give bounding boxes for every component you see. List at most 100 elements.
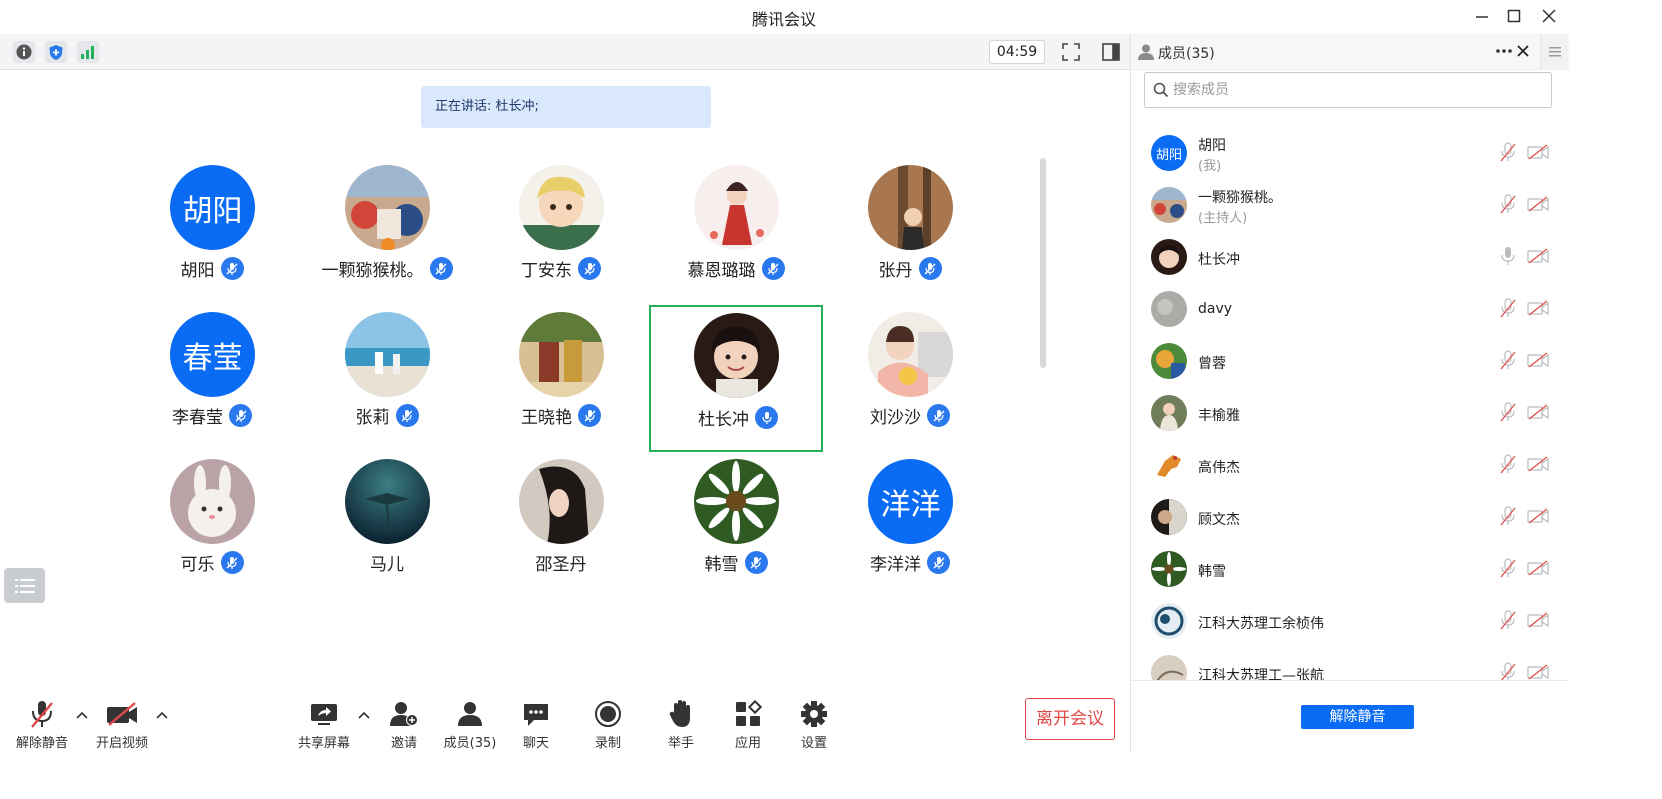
video-muted-icon[interactable] — [1527, 352, 1549, 368]
video-stage: 正在讲话: 杜长冲; 胡阳 胡阳 一颗猕猴桃。 丁安东 慕恩璐璐 张丹 春莹 李… — [0, 70, 1130, 752]
participant-tile[interactable]: 可乐 — [125, 456, 299, 603]
mic-muted-icon[interactable] — [1499, 610, 1517, 630]
avatar — [519, 312, 604, 397]
avatar — [170, 459, 255, 544]
participant-tile[interactable]: 春莹 李春莹 — [125, 309, 299, 456]
member-search[interactable] — [1144, 72, 1552, 108]
minimize-icon[interactable] — [1468, 4, 1496, 28]
participant-tile[interactable]: 洋洋 李洋洋 — [823, 456, 997, 603]
member-row[interactable]: 胡阳 胡阳 (我) — [1131, 128, 1569, 180]
video-muted-icon[interactable] — [1527, 560, 1549, 576]
member-row[interactable]: 江科大苏理工余桢伟 — [1131, 596, 1569, 648]
video-muted-icon[interactable] — [1527, 196, 1549, 212]
mic-off-icon — [28, 698, 56, 730]
participant-tile[interactable]: 慕恩璐璐 — [649, 162, 823, 309]
mic-muted-icon[interactable] — [1499, 506, 1517, 526]
signal-icon[interactable] — [77, 41, 99, 63]
share-screen-button[interactable]: 共享屏幕 — [296, 698, 352, 751]
member-row[interactable]: 丰榆雅 — [1131, 388, 1569, 440]
unmute-button[interactable]: 解除静音 — [14, 698, 70, 751]
members-panel: 成员(35) 胡阳 胡阳 (我) 一颗猕猴桃。 (主持人) — [1130, 34, 1569, 752]
video-muted-icon[interactable] — [1527, 612, 1549, 628]
close-icon[interactable] — [1535, 4, 1563, 28]
member-row[interactable]: 顾文杰 — [1131, 492, 1569, 544]
mic-muted-icon[interactable] — [1499, 142, 1517, 162]
member-row[interactable]: 杜长冲 — [1131, 232, 1569, 284]
participant-name: 李洋洋 — [870, 555, 921, 575]
mic-muted-icon — [927, 404, 950, 427]
start-video-button[interactable]: 开启视频 — [94, 698, 150, 751]
participant-tile[interactable]: 马儿 — [300, 456, 474, 603]
record-button[interactable]: 录制 — [588, 698, 628, 751]
participant-tile[interactable]: 丁安东 — [474, 162, 648, 309]
side-layout-icon[interactable] — [1100, 41, 1122, 63]
more-icon[interactable] — [1495, 42, 1513, 64]
fullscreen-icon[interactable] — [1060, 41, 1082, 63]
video-muted-icon[interactable] — [1527, 404, 1549, 420]
member-row[interactable]: 高伟杰 — [1131, 440, 1569, 492]
chevron-up-icon[interactable] — [155, 708, 169, 722]
mic-muted-icon[interactable] — [1499, 194, 1517, 214]
mic-muted-icon[interactable] — [1499, 454, 1517, 474]
search-input[interactable] — [1173, 79, 1543, 101]
chevron-up-icon[interactable] — [75, 708, 89, 722]
video-muted-icon[interactable] — [1527, 664, 1549, 680]
mic-muted-icon — [220, 551, 244, 574]
video-muted-icon[interactable] — [1527, 144, 1549, 160]
mic-muted-icon[interactable] — [1499, 558, 1517, 578]
chat-button[interactable]: 聊天 — [516, 698, 556, 751]
mic-muted-icon — [761, 257, 785, 280]
chevron-up-icon[interactable] — [357, 708, 371, 722]
sidebar-menu-icon[interactable] — [1540, 34, 1568, 70]
maximize-icon[interactable] — [1500, 4, 1528, 28]
participant-name: 可乐 — [180, 555, 215, 575]
mic-muted-icon[interactable] — [1499, 402, 1517, 422]
list-view-icon[interactable] — [4, 568, 45, 603]
avatar: 胡阳 — [1151, 135, 1187, 171]
participant-tile[interactable]: 一颗猕猴桃。 — [300, 162, 474, 309]
participant-tile-active-speaker[interactable]: 杜长冲 — [649, 305, 823, 452]
search-icon — [1153, 82, 1169, 102]
mic-muted-icon — [229, 404, 252, 427]
avatar — [694, 459, 779, 544]
avatar — [1151, 603, 1187, 639]
mic-muted-icon[interactable] — [1499, 662, 1517, 680]
participant-name: 马儿 — [370, 555, 404, 575]
avatar — [1151, 239, 1187, 275]
mic-muted-icon[interactable] — [1499, 298, 1517, 318]
video-muted-icon[interactable] — [1527, 248, 1549, 264]
member-name: 高伟杰 — [1198, 460, 1240, 476]
member-row[interactable]: 曾蓉 — [1131, 336, 1569, 388]
invite-button[interactable]: 邀请 — [384, 698, 424, 751]
member-row[interactable]: davy — [1131, 284, 1569, 336]
raise-hand-button[interactable]: 举手 — [661, 698, 701, 751]
members-button[interactable]: 成员(35) — [442, 698, 498, 751]
participant-tile[interactable]: 张莉 — [300, 309, 474, 456]
mic-muted-icon[interactable] — [1499, 350, 1517, 370]
avatar: 胡阳 — [170, 165, 255, 250]
mic-icon[interactable] — [1499, 246, 1517, 266]
video-muted-icon[interactable] — [1527, 456, 1549, 472]
participant-tile[interactable]: 刘沙沙 — [823, 309, 997, 456]
avatar — [694, 313, 779, 398]
participant-tile[interactable]: 王晓艳 — [474, 309, 648, 456]
participant-name: 慕恩璐璐 — [687, 261, 756, 281]
stage-scrollbar[interactable] — [1040, 158, 1046, 368]
apps-button[interactable]: 应用 — [728, 698, 768, 751]
participant-tile[interactable]: 韩雪 — [649, 456, 823, 603]
unmute-all-button[interactable]: 解除静音 — [1301, 705, 1414, 729]
settings-button[interactable]: 设置 — [794, 698, 834, 751]
shield-icon[interactable] — [45, 41, 67, 63]
leave-meeting-button[interactable]: 离开会议 — [1025, 698, 1115, 740]
member-row[interactable]: 韩雪 — [1131, 544, 1569, 596]
close-panel-icon[interactable] — [1516, 43, 1530, 62]
member-row[interactable]: 江科大苏理工—张航 — [1131, 648, 1569, 680]
participant-tile[interactable]: 胡阳 胡阳 — [125, 162, 299, 309]
video-muted-icon[interactable] — [1527, 508, 1549, 524]
title-bar: 腾讯会议 — [0, 0, 1568, 34]
info-icon[interactable] — [13, 41, 35, 63]
participant-tile[interactable]: 邵圣丹 — [474, 456, 648, 603]
member-row[interactable]: 一颗猕猴桃。 (主持人) — [1131, 180, 1569, 232]
participant-tile[interactable]: 张丹 — [823, 162, 997, 309]
video-muted-icon[interactable] — [1527, 300, 1549, 316]
